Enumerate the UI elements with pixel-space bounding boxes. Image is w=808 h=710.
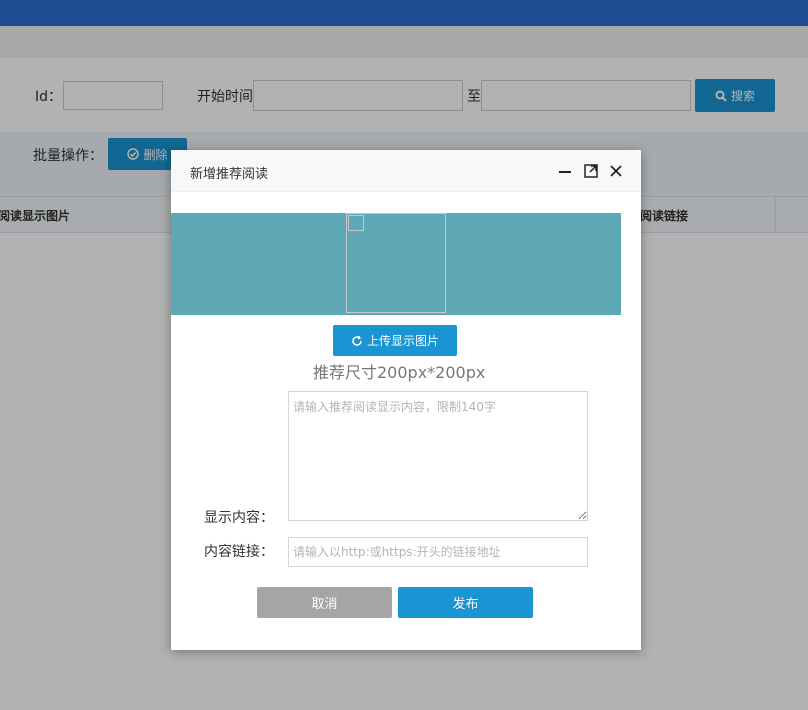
refresh-icon bbox=[352, 335, 362, 346]
link-input[interactable] bbox=[288, 537, 588, 567]
minimize-icon[interactable] bbox=[557, 163, 573, 179]
add-recommended-reading-dialog: 新增推荐阅读 上传显示图片 推荐尺寸200px*200px 显示内容： 内容链接… bbox=[171, 150, 641, 650]
image-preview bbox=[346, 213, 446, 313]
broken-image-icon bbox=[348, 215, 364, 231]
size-hint: 推荐尺寸200px*200px bbox=[313, 363, 486, 382]
cancel-button[interactable]: 取消 bbox=[257, 587, 392, 618]
close-icon[interactable] bbox=[608, 163, 624, 179]
upload-image-label: 上传显示图片 bbox=[366, 334, 439, 348]
maximize-icon[interactable] bbox=[583, 163, 599, 179]
dialog-title: 新增推荐阅读 bbox=[190, 167, 269, 182]
link-label: 内容链接： bbox=[204, 544, 274, 560]
publish-button[interactable]: 发布 bbox=[398, 587, 533, 618]
dialog-header: 新增推荐阅读 bbox=[171, 150, 641, 192]
upload-image-button[interactable]: 上传显示图片 bbox=[333, 325, 457, 356]
content-label: 显示内容： bbox=[204, 510, 274, 526]
image-preview-area bbox=[171, 213, 621, 315]
content-textarea[interactable] bbox=[288, 391, 588, 521]
